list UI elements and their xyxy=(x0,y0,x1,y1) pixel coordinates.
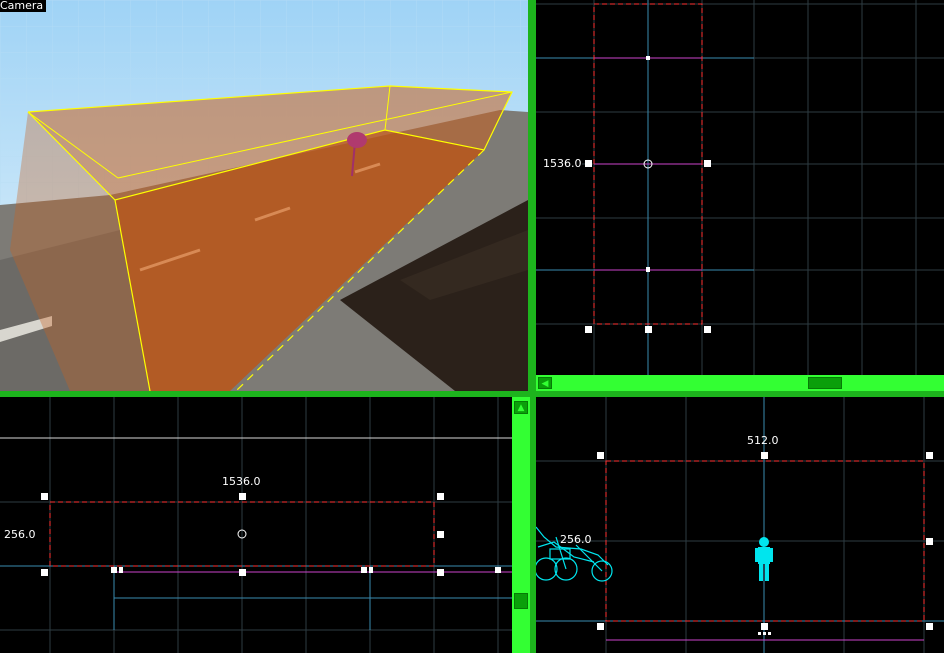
front-viewport[interactable]: 1536.0 256.0 ▲ xyxy=(0,397,530,653)
side-grid xyxy=(536,397,944,653)
front-grid xyxy=(0,397,512,653)
front-width-label: 1536.0 xyxy=(222,475,261,488)
front-height-label: 256.0 xyxy=(4,528,36,541)
top-dimension-label: 1536.0 xyxy=(543,157,582,170)
front-vertical-scrollbar[interactable]: ▲ xyxy=(512,397,530,653)
top-grid xyxy=(536,0,944,375)
scroll-left-icon[interactable]: ◀ xyxy=(538,377,552,389)
camera-viewport[interactable]: Camera xyxy=(0,0,528,391)
scroll-thumb[interactable] xyxy=(808,377,842,389)
side-height-label: 256.0 xyxy=(560,533,592,546)
side-width-label: 512.0 xyxy=(747,434,779,447)
scroll-thumb[interactable] xyxy=(514,593,528,609)
top-horizontal-scrollbar[interactable]: ◀ xyxy=(536,375,944,391)
scroll-up-icon[interactable]: ▲ xyxy=(514,401,528,414)
top-viewport[interactable]: 1536.0 ◀ xyxy=(536,0,944,391)
side-viewport[interactable]: 512.0 256.0 xyxy=(536,397,944,653)
camera-scene xyxy=(0,0,528,391)
camera-label: Camera xyxy=(0,0,47,12)
